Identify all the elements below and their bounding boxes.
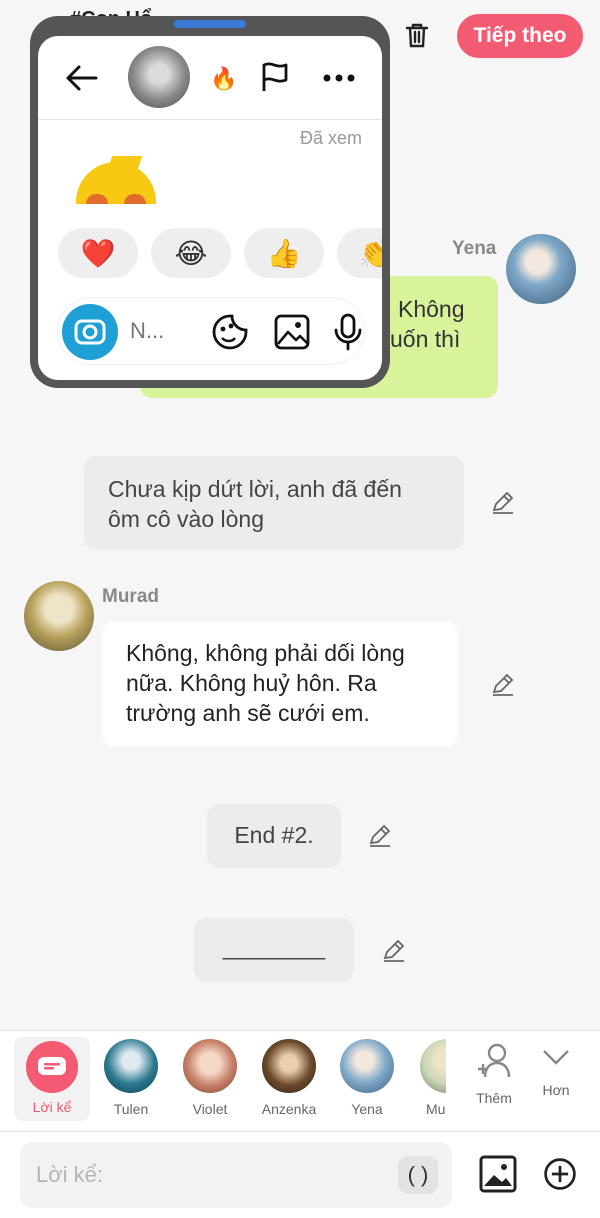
camera-icon [74, 319, 106, 345]
popup-drag-handle[interactable] [174, 20, 246, 28]
microphone-icon[interactable] [328, 312, 368, 352]
character-label: Mu [426, 1101, 446, 1117]
character-avatar [183, 1039, 237, 1093]
popup-message-input[interactable] [130, 316, 180, 346]
narration-text: ________ [222, 934, 326, 960]
back-arrow-icon[interactable] [64, 60, 100, 96]
add-person-icon [478, 1043, 511, 1078]
message-text: Không [398, 296, 465, 322]
edit-pencil-icon[interactable] [381, 938, 407, 964]
character-label: Tulen [113, 1101, 149, 1117]
edit-pencil-icon[interactable] [490, 490, 516, 516]
sticker-image [72, 156, 158, 204]
character-tulen[interactable]: Tulen [95, 1039, 167, 1117]
image-icon[interactable] [478, 1154, 518, 1194]
sticker-icon[interactable] [210, 312, 250, 352]
narration-input[interactable] [36, 1158, 396, 1192]
character-avatar [420, 1039, 446, 1093]
reaction-clap[interactable]: 👏 [337, 228, 382, 278]
parenthesis-button[interactable]: ( ) [398, 1156, 438, 1194]
message-text: uốn thì [390, 326, 461, 352]
more-icon[interactable] [322, 73, 356, 83]
popup-header: 🔥 [38, 36, 382, 120]
image-icon[interactable] [272, 312, 312, 352]
composer-box: ( ) [20, 1142, 452, 1208]
narration-text: End #2. [234, 822, 314, 848]
trash-icon[interactable] [402, 20, 432, 50]
narrator-icon [38, 1057, 66, 1075]
character-label: Anzenka [261, 1101, 317, 1117]
narration-bubble[interactable]: End #2. [207, 804, 341, 868]
reaction-laugh[interactable]: 😂 [151, 228, 231, 278]
narrator-icon-ring [26, 1041, 78, 1093]
sender-name-yena: Yena [452, 238, 497, 259]
character-narrator[interactable]: Lời kể [14, 1037, 90, 1121]
character-avatar [104, 1039, 158, 1093]
character-anzenka[interactable]: Anzenka [253, 1039, 325, 1117]
character-label: Lời kể [32, 1099, 72, 1115]
character-avatar [262, 1039, 316, 1093]
character-label: Violet [192, 1101, 228, 1117]
avatar-murad[interactable] [24, 581, 94, 651]
more-characters-button[interactable]: Hơn [520, 1047, 592, 1098]
sender-name-murad: Murad [102, 586, 159, 607]
message-bubble-murad[interactable]: Không, không phải dối lòng nữa. Không hu… [102, 622, 458, 746]
character-avatar [340, 1039, 394, 1093]
chat-avatar[interactable] [128, 46, 190, 108]
next-button[interactable]: Tiếp theo [457, 14, 583, 58]
chat-preview-popup: 🔥 Đã xem ❤️ 😂 👍 👏 [38, 36, 382, 380]
fire-icon: 🔥 [210, 66, 238, 91]
character-violet[interactable]: Violet [174, 1039, 246, 1117]
edit-pencil-icon[interactable] [367, 823, 393, 849]
narration-bubble[interactable]: ________ [194, 918, 354, 982]
chevron-down-icon [543, 1050, 569, 1065]
edit-pencil-icon[interactable] [490, 672, 516, 698]
message-text: Không, không phải dối lòng nữa. Không hu… [126, 640, 405, 726]
character-bar: Lời kể Tulen Violet Anzenka Yena Mu Thêm… [0, 1030, 600, 1130]
seen-status: Đã xem [299, 128, 362, 148]
popup-compose-bar [58, 298, 364, 364]
narration-bubble[interactable]: Chưa kịp dứt lời, anh đã đến ôm cô vào l… [84, 456, 464, 550]
reaction-heart[interactable]: ❤️ [58, 228, 138, 278]
narration-text: Chưa kịp dứt lời, anh đã đến ôm cô vào l… [108, 476, 402, 532]
camera-button[interactable] [62, 304, 118, 360]
character-yena[interactable]: Yena [331, 1039, 403, 1117]
character-murad[interactable]: Mu [410, 1039, 446, 1117]
composer-bar: ( ) [0, 1131, 600, 1218]
more-characters-label: Hơn [542, 1082, 570, 1098]
flag-icon[interactable] [258, 60, 292, 94]
character-label: Yena [351, 1101, 383, 1117]
reaction-thumbs-up[interactable]: 👍 [244, 228, 324, 278]
add-circle-icon[interactable] [542, 1156, 578, 1192]
avatar-yena[interactable] [506, 234, 576, 304]
